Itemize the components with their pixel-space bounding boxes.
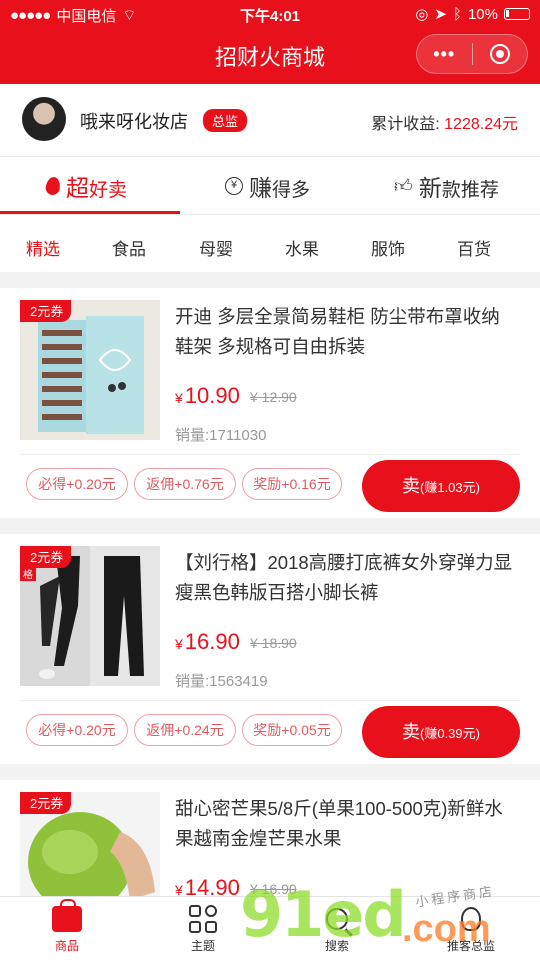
bottom-tab-bar: 商品 主题 搜索 推客总监 [0, 896, 540, 960]
search-icon [326, 908, 348, 930]
tab-new-recommend-big: 新 [418, 175, 442, 201]
product-price: ¥16.90 [175, 629, 240, 655]
tabbar-item-search[interactable]: 搜索 [292, 901, 382, 954]
product-card[interactable]: 2元券 甜心密芒果5/8斤(单果100-500克)新鲜水果越南金煌芒果水果 ¥1… [0, 780, 540, 900]
price-value: 10.90 [184, 383, 240, 408]
tab-new-recommend[interactable]: 👍︎ 新款推荐 [394, 169, 499, 203]
sales-count: 销量:1711030 [175, 427, 267, 444]
product-card[interactable]: 2元券 开迪 多层全景简易鞋柜 防尘带布罩收纳鞋架 多规格可自由拆装 ¥10.9… [0, 288, 540, 518]
sell-earn: (赚0.39元) [420, 726, 480, 741]
tabbar-item-products[interactable]: 商品 [22, 899, 112, 954]
reward-tag: 奖励+0.16元 [242, 468, 342, 500]
battery-icon [504, 8, 530, 20]
sell-button[interactable]: 卖(赚0.39元) [362, 706, 520, 758]
avatar[interactable] [22, 97, 66, 141]
tab-earn-more-rest: 得多 [272, 180, 311, 201]
coupon-sub-badge: 格 [20, 566, 36, 581]
tabbar-label: 商品 [54, 939, 79, 953]
nav-bar: 招财火商城 ••• [0, 28, 540, 84]
bonus-tag: 必得+0.20元 [26, 714, 128, 746]
price-currency: ¥ [175, 390, 183, 406]
earnings-value: 1228.24元 [444, 116, 518, 133]
yen-circle-icon: ¥ [225, 177, 243, 195]
tab-earn-more-big: 赚 [249, 175, 272, 201]
category-food[interactable]: 食品 [112, 235, 146, 260]
price-currency: ¥ [175, 636, 183, 652]
earnings-label: 累计收益: [371, 116, 440, 133]
shop-name: 哦来呀化妆店 [80, 112, 188, 132]
tabbar-label: 搜索 [324, 939, 349, 953]
tab-hot-sale[interactable]: 超好卖 [44, 169, 128, 203]
divider [20, 700, 520, 701]
price-value: 16.90 [184, 629, 240, 654]
sell-earn: (赚1.03元) [420, 480, 480, 495]
mini-program-close-icon[interactable] [472, 44, 527, 64]
main-tabs: 超好卖 ¥ 赚得多 👍︎ 新款推荐 [0, 156, 540, 214]
tabbar-item-topics[interactable]: 主题 [158, 901, 248, 954]
coupon-badge: 2元券 [20, 300, 72, 322]
tabbar-item-director[interactable]: 推客总监 [426, 901, 516, 954]
tab-earn-more[interactable]: ¥ 赚得多 [225, 169, 310, 203]
divider [20, 454, 520, 455]
product-title[interactable]: 甜心密芒果5/8斤(单果100-500克)新鲜水果越南金煌芒果水果 [175, 794, 515, 854]
original-price: ¥ 18.90 [250, 635, 297, 651]
product-price: ¥10.90 [175, 383, 240, 409]
bluetooth-icon: ᛒ [452, 5, 462, 23]
sell-label: 卖 [402, 722, 421, 742]
sell-label: 卖 [402, 476, 421, 496]
thumbs-up-icon: 👍︎ [394, 176, 413, 196]
bonus-tag: 必得+0.20元 [26, 468, 128, 500]
tabbar-label: 主题 [190, 939, 215, 953]
sales-count: 销量:1563419 [175, 673, 268, 690]
tab-new-recommend-rest: 款推荐 [441, 180, 499, 201]
more-dots-icon[interactable]: ••• [417, 44, 472, 65]
lightbulb-icon [461, 907, 481, 931]
coupon-badge: 2元券 [20, 546, 72, 568]
category-baby[interactable]: 母婴 [199, 235, 233, 260]
category-general[interactable]: 百货 [457, 235, 491, 260]
status-bar: ●●●●● 中国电信 ⌔ 下午4:01 ◎ ➤ ᛒ 10% [0, 0, 540, 28]
category-featured[interactable]: 精选 [26, 235, 60, 260]
battery-percent: 10% [467, 5, 498, 23]
lock-rotation-icon: ◎ [415, 6, 429, 23]
grid-icon [189, 905, 217, 933]
sell-button[interactable]: 卖(赚1.03元) [362, 460, 520, 512]
role-badge: 总监 [203, 109, 248, 132]
reward-tag: 奖励+0.05元 [242, 714, 342, 746]
flame-icon [44, 175, 62, 197]
product-card[interactable]: 2元券 格 【刘行格】2018高腰打底裤女外穿弹力显瘦黑色韩版百搭小脚长裤 ¥1… [0, 534, 540, 764]
tabbar-label: 推客总监 [446, 939, 495, 953]
location-icon: ➤ [434, 6, 447, 23]
coupon-badge: 2元券 [20, 792, 72, 814]
product-title[interactable]: 【刘行格】2018高腰打底裤女外穿弹力显瘦黑色韩版百搭小脚长裤 [175, 548, 515, 608]
shopping-bag-icon [52, 899, 82, 932]
commission-tag: 返佣+0.76元 [134, 468, 236, 500]
commission-tag: 返佣+0.24元 [134, 714, 236, 746]
tab-hot-sale-rest: 好卖 [89, 180, 128, 201]
shop-header: 哦来呀化妆店 总监 累计收益: 1228.24元 [0, 84, 540, 156]
total-earnings: 累计收益: 1228.24元 [371, 110, 518, 134]
original-price: ¥ 16.90 [250, 881, 297, 897]
category-apparel[interactable]: 服饰 [371, 235, 405, 260]
category-bar: 精选 食品 母婴 水果 服饰 百货 [0, 214, 540, 272]
product-title[interactable]: 开迪 多层全景简易鞋柜 防尘带布罩收纳鞋架 多规格可自由拆装 [175, 302, 515, 362]
mini-program-capsule: ••• [416, 34, 528, 74]
original-price: ¥ 12.90 [250, 389, 297, 405]
tab-hot-sale-big: 超 [66, 175, 89, 201]
category-fruit[interactable]: 水果 [285, 235, 319, 260]
